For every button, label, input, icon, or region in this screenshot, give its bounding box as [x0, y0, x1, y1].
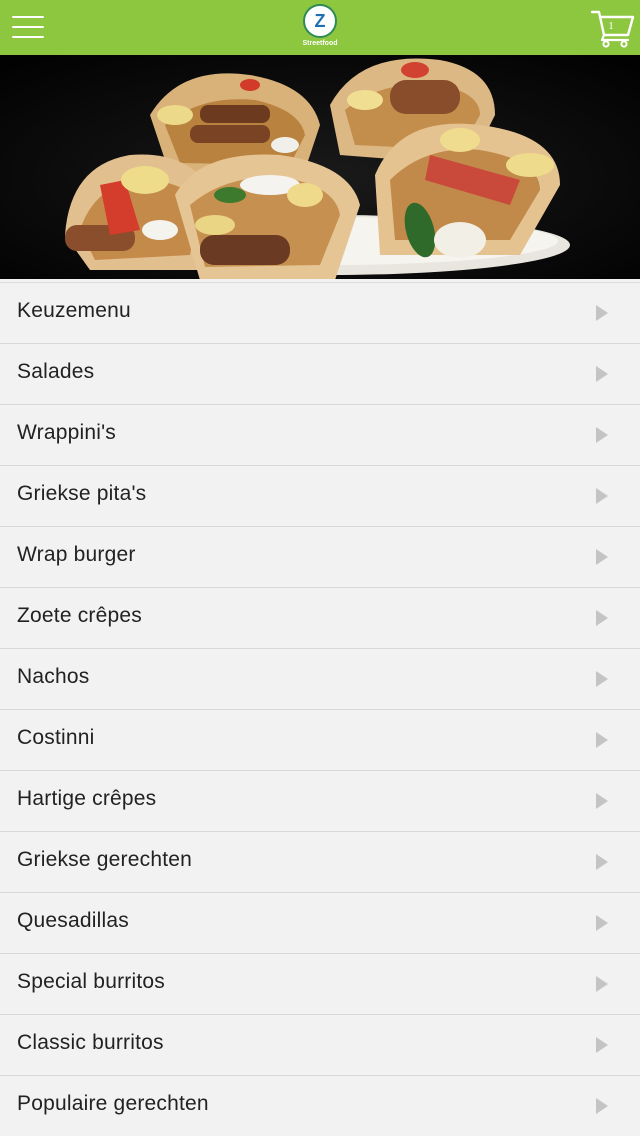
list-item-label: Special burritos	[17, 970, 165, 993]
list-item[interactable]: Special burritos	[0, 954, 640, 1015]
chevron-right-icon	[596, 1098, 608, 1114]
chevron-right-icon	[596, 976, 608, 992]
list-item[interactable]: Zoete crêpes	[0, 588, 640, 649]
chevron-right-icon	[596, 793, 608, 809]
list-item-label: Griekse pita's	[17, 482, 147, 505]
hero-food-image	[0, 55, 640, 279]
cart-count-badge: 1	[608, 20, 614, 32]
list-item[interactable]: Wrappini's	[0, 405, 640, 466]
list-item-label: Wrap burger	[17, 543, 136, 566]
logo-badge: Z	[303, 4, 337, 38]
logo-text: Streetfood	[302, 40, 338, 47]
list-item-label: Costinni	[17, 726, 95, 749]
hamburger-menu-icon[interactable]	[12, 14, 44, 40]
list-item[interactable]: Nachos	[0, 649, 640, 710]
chevron-right-icon	[596, 671, 608, 687]
category-list: Keuzemenu Salades Wrappini's Griekse pit…	[0, 282, 640, 1136]
list-item[interactable]: Griekse pita's	[0, 466, 640, 527]
chevron-right-icon	[596, 366, 608, 382]
menu-line	[12, 16, 44, 18]
chevron-right-icon	[596, 488, 608, 504]
list-item-label: Hartige crêpes	[17, 787, 157, 810]
list-item[interactable]: Griekse gerechten	[0, 832, 640, 893]
chevron-right-icon	[596, 854, 608, 870]
list-item-label: Zoete crêpes	[17, 604, 142, 627]
list-item[interactable]: Keuzemenu	[0, 283, 640, 344]
list-item-label: Wrappini's	[17, 421, 116, 444]
list-item-label: Griekse gerechten	[17, 848, 192, 871]
top-app-bar: Z Streetfood 1	[0, 0, 640, 55]
chevron-right-icon	[596, 1037, 608, 1053]
list-item[interactable]: Hartige crêpes	[0, 771, 640, 832]
chevron-right-icon	[596, 305, 608, 321]
list-item-label: Classic burritos	[17, 1031, 164, 1054]
chevron-right-icon	[596, 732, 608, 748]
menu-line	[12, 36, 44, 38]
list-item[interactable]: Quesadillas	[0, 893, 640, 954]
list-item[interactable]: Classic burritos	[0, 1015, 640, 1076]
logo-letter: Z	[314, 11, 326, 31]
list-item-label: Populaire gerechten	[17, 1092, 209, 1115]
list-item-label: Nachos	[17, 665, 90, 688]
list-item[interactable]: Populaire gerechten	[0, 1076, 640, 1136]
chevron-right-icon	[596, 915, 608, 931]
list-item-label: Keuzemenu	[17, 299, 131, 322]
cart-button[interactable]: 1	[590, 8, 636, 48]
list-item[interactable]: Salades	[0, 344, 640, 405]
chevron-right-icon	[596, 610, 608, 626]
list-item-label: Quesadillas	[17, 909, 129, 932]
chevron-right-icon	[596, 549, 608, 565]
streetfood-logo[interactable]: Z Streetfood	[299, 4, 341, 50]
food-photo-pitas	[0, 55, 640, 279]
list-item[interactable]: Wrap burger	[0, 527, 640, 588]
list-item-label: Salades	[17, 360, 95, 383]
list-item[interactable]: Costinni	[0, 710, 640, 771]
chevron-right-icon	[596, 427, 608, 443]
menu-line	[12, 26, 44, 28]
